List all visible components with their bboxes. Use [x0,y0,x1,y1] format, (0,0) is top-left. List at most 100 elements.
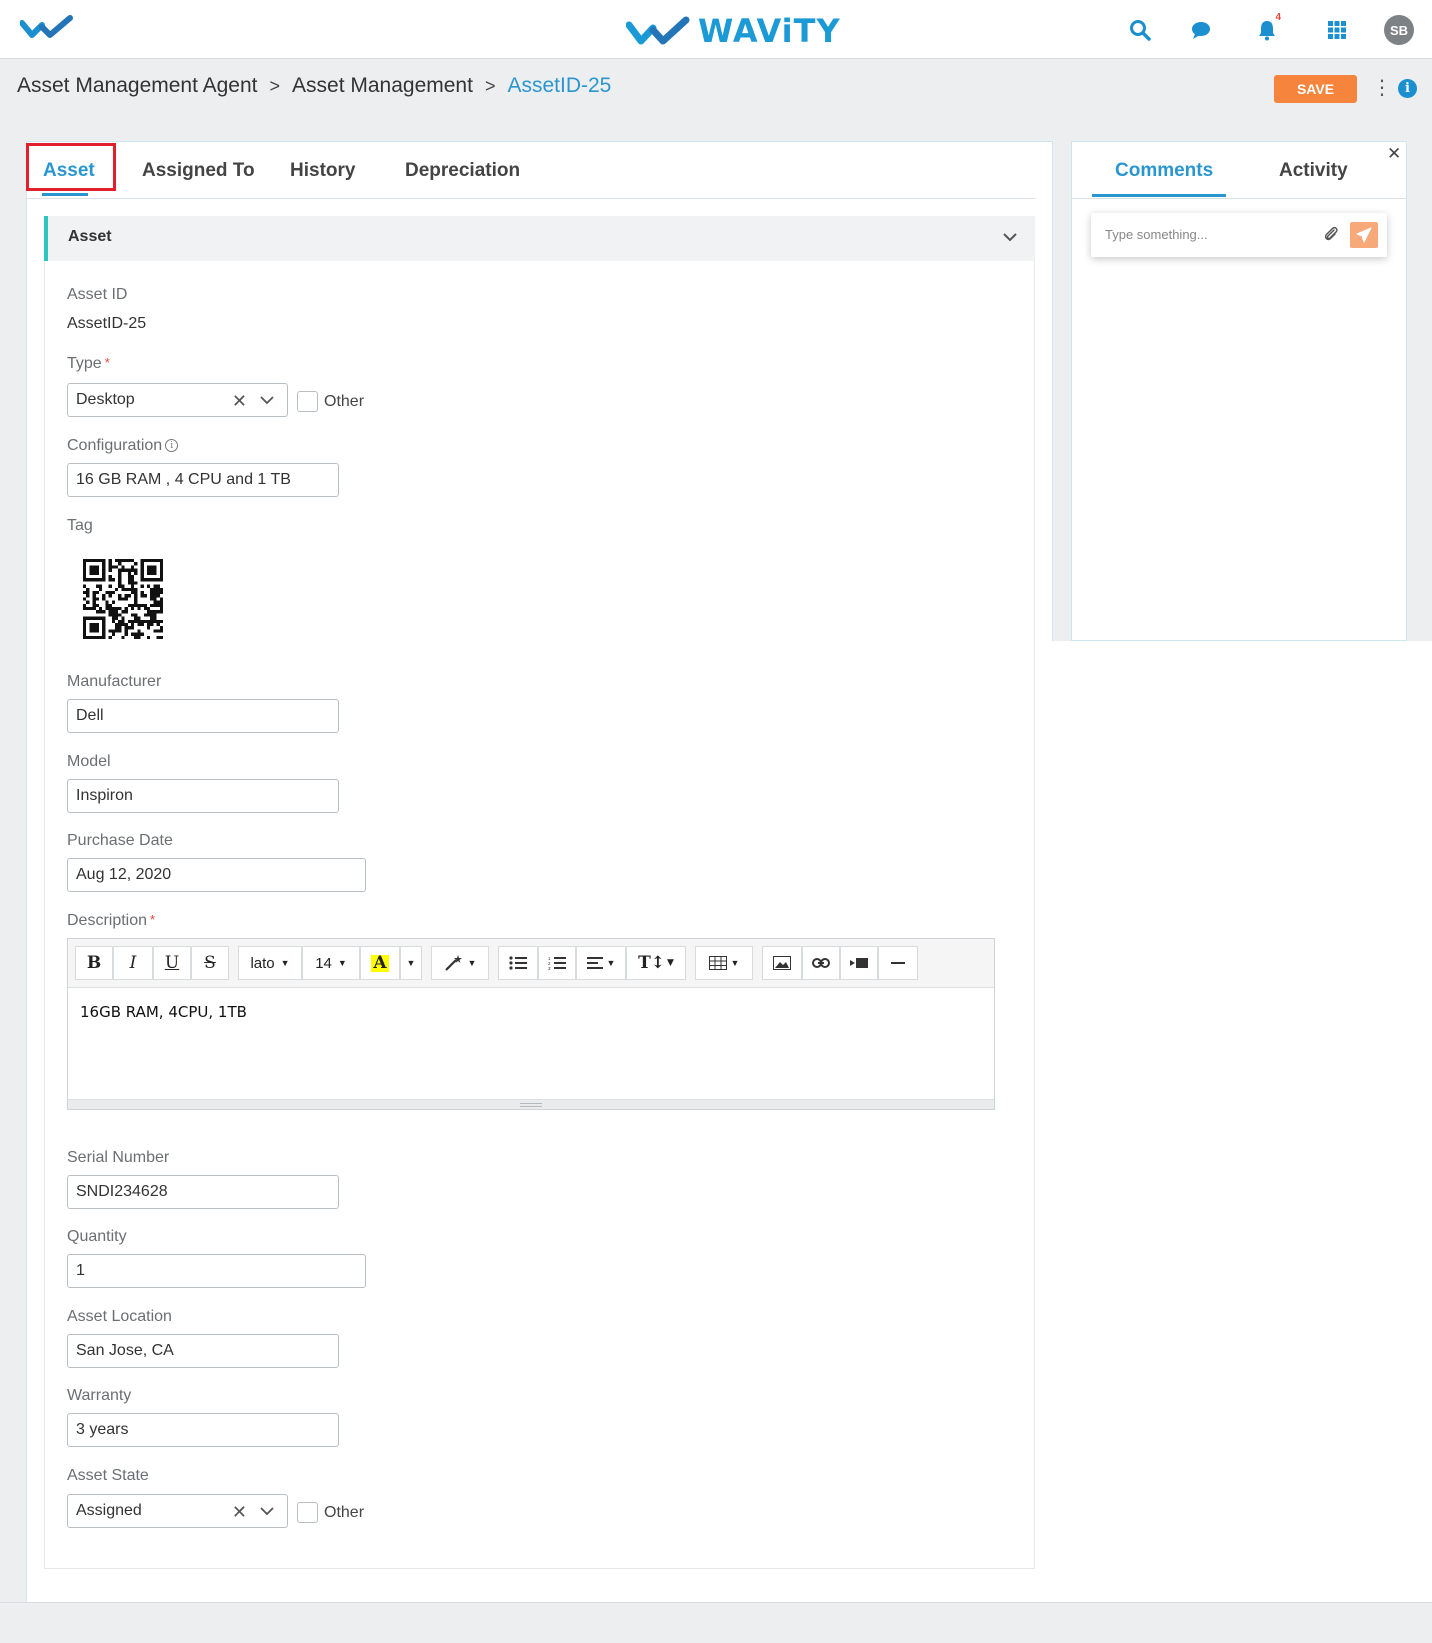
underline-button[interactable]: U [153,946,191,980]
serial-number-input[interactable]: SNDI234628 [67,1175,339,1209]
quantity-label: Quantity [67,1228,127,1245]
breadcrumb-item-current: AssetID-25 [507,74,612,97]
home-logo-icon[interactable] [19,15,76,44]
section-title: Asset [68,228,112,245]
asset-location-input[interactable]: San Jose, CA [67,1334,339,1368]
breadcrumb: Asset Management Agent > Asset Managemen… [17,74,611,98]
configuration-label: Configuration i [67,437,179,455]
caret-down-icon: ▼ [337,958,347,968]
font-size-dropdown[interactable]: 14 ▼ [302,946,360,980]
background-area [1050,641,1432,1602]
purchase-date-label: Purchase Date [67,832,173,849]
tab-comments[interactable]: Comments [1115,142,1213,199]
tab-history[interactable]: History [290,142,355,199]
asset-tabs: Asset Assigned To History Depreciation [26,142,1035,199]
caret-down-icon: ▼ [666,958,674,968]
model-input[interactable]: Inspiron [67,779,339,813]
asset-section-header[interactable]: Asset [44,216,1035,261]
breadcrumb-separator: > [484,75,496,96]
type-other-checkbox[interactable]: Other [297,391,364,412]
chat-icon[interactable] [1187,16,1215,44]
chevron-down-icon[interactable] [1001,228,1019,251]
tab-activity[interactable]: Activity [1279,142,1348,199]
top-bar: WAViTY 4 SB [0,0,1432,59]
info-icon[interactable]: i [1398,79,1417,98]
line-height-dropdown[interactable]: T↕ ▼ [626,946,686,980]
user-avatar[interactable]: SB [1384,15,1414,45]
purchase-date-input[interactable]: Aug 12, 2020 [67,858,366,892]
text-color-dropdown[interactable]: ▼ [400,946,422,980]
table-dropdown[interactable]: ▼ [695,946,753,980]
type-label-text: Type [67,355,102,372]
strikethrough-button[interactable]: S [191,946,229,980]
notification-bell-icon[interactable]: 4 [1253,12,1281,44]
align-dropdown[interactable]: ▼ [576,946,626,980]
qr-code-image [83,559,163,644]
asset-state-other-label: Other [324,1503,365,1521]
text-color-button[interactable]: A [360,946,400,980]
svg-text:3: 3 [548,966,551,970]
insert-link-button[interactable] [802,946,840,980]
numbered-list-button[interactable]: 123 [538,946,576,980]
italic-button[interactable]: I [113,946,153,980]
send-icon [1356,227,1372,243]
clear-icon[interactable]: ✕ [232,1502,247,1523]
magic-wand-dropdown[interactable]: ▼ [431,946,489,980]
manufacturer-label: Manufacturer [67,673,162,690]
caret-down-icon: ▼ [606,958,616,968]
active-side-tab-indicator [1092,194,1226,197]
apps-grid-icon[interactable] [1323,16,1351,44]
configuration-label-text: Configuration [67,437,163,454]
asset-state-other-checkbox[interactable]: Other [297,1502,364,1523]
chevron-down-icon[interactable] [259,393,275,412]
font-family-dropdown[interactable]: lato ▼ [238,946,302,980]
type-select[interactable]: Desktop ✕ [67,383,288,417]
insert-video-button[interactable] [840,946,878,980]
quantity-input[interactable]: 1 [67,1254,366,1288]
resize-grip-icon[interactable] [520,1103,542,1107]
insert-image-button[interactable] [762,946,802,980]
search-icon[interactable] [1126,16,1154,44]
caret-down-icon: ▼ [280,958,290,968]
text-height-icon: T↕ [638,953,665,973]
tab-assigned-to[interactable]: Assigned To [142,142,255,199]
asset-state-select[interactable]: Assigned ✕ [67,1494,288,1528]
type-label: Type * [67,355,110,373]
info-circle-icon[interactable]: i [165,439,179,453]
checkbox-box[interactable] [297,391,318,412]
bullet-list-icon [509,956,527,970]
breadcrumb-item-asset-management[interactable]: Asset Management [292,74,473,98]
editor-toolbar: B I U S lato ▼ 14 ▼ A ▼ ▼ 123 ▼ T↕ ▼ ▼ [68,939,994,988]
tab-depreciation[interactable]: Depreciation [405,142,520,199]
caret-down-icon: ▼ [467,958,477,968]
save-button[interactable]: SAVE [1274,75,1357,103]
configuration-input[interactable]: 16 GB RAM , 4 CPU and 1 TB [67,463,339,497]
warranty-input[interactable]: 3 years [67,1413,339,1447]
description-label-text: Description [67,912,148,929]
font-size-value: 14 [315,954,332,972]
type-select-value: Desktop [76,391,135,408]
breadcrumb-item-agent[interactable]: Asset Management Agent [17,74,258,98]
send-button[interactable] [1350,222,1378,248]
clear-icon[interactable]: ✕ [232,391,247,412]
paperclip-icon[interactable] [1323,225,1339,248]
description-editor-content[interactable]: 16GB RAM, 4CPU, 1TB [80,1003,247,1021]
comment-input[interactable]: Type something... [1091,213,1387,257]
required-marker: * [104,355,110,370]
close-icon[interactable]: ✕ [1387,144,1401,164]
brand-name: WAViTY [698,12,841,50]
bold-button[interactable]: B [75,946,113,980]
type-other-label: Other [324,392,365,410]
checkbox-box[interactable] [297,1502,318,1523]
notification-count: 4 [1275,12,1281,23]
editor-resize-bar[interactable] [68,1099,994,1109]
manufacturer-input[interactable]: Dell [67,699,339,733]
horizontal-rule-button[interactable] [878,946,918,980]
bullet-list-button[interactable] [498,946,538,980]
chevron-down-icon[interactable] [259,1504,275,1523]
more-options-icon[interactable]: ⋮ [1372,78,1392,98]
asset-id-value: AssetID-25 [67,315,147,332]
align-left-icon [586,957,603,969]
image-icon [773,956,791,970]
brand-logo: WAViTY [626,12,841,50]
